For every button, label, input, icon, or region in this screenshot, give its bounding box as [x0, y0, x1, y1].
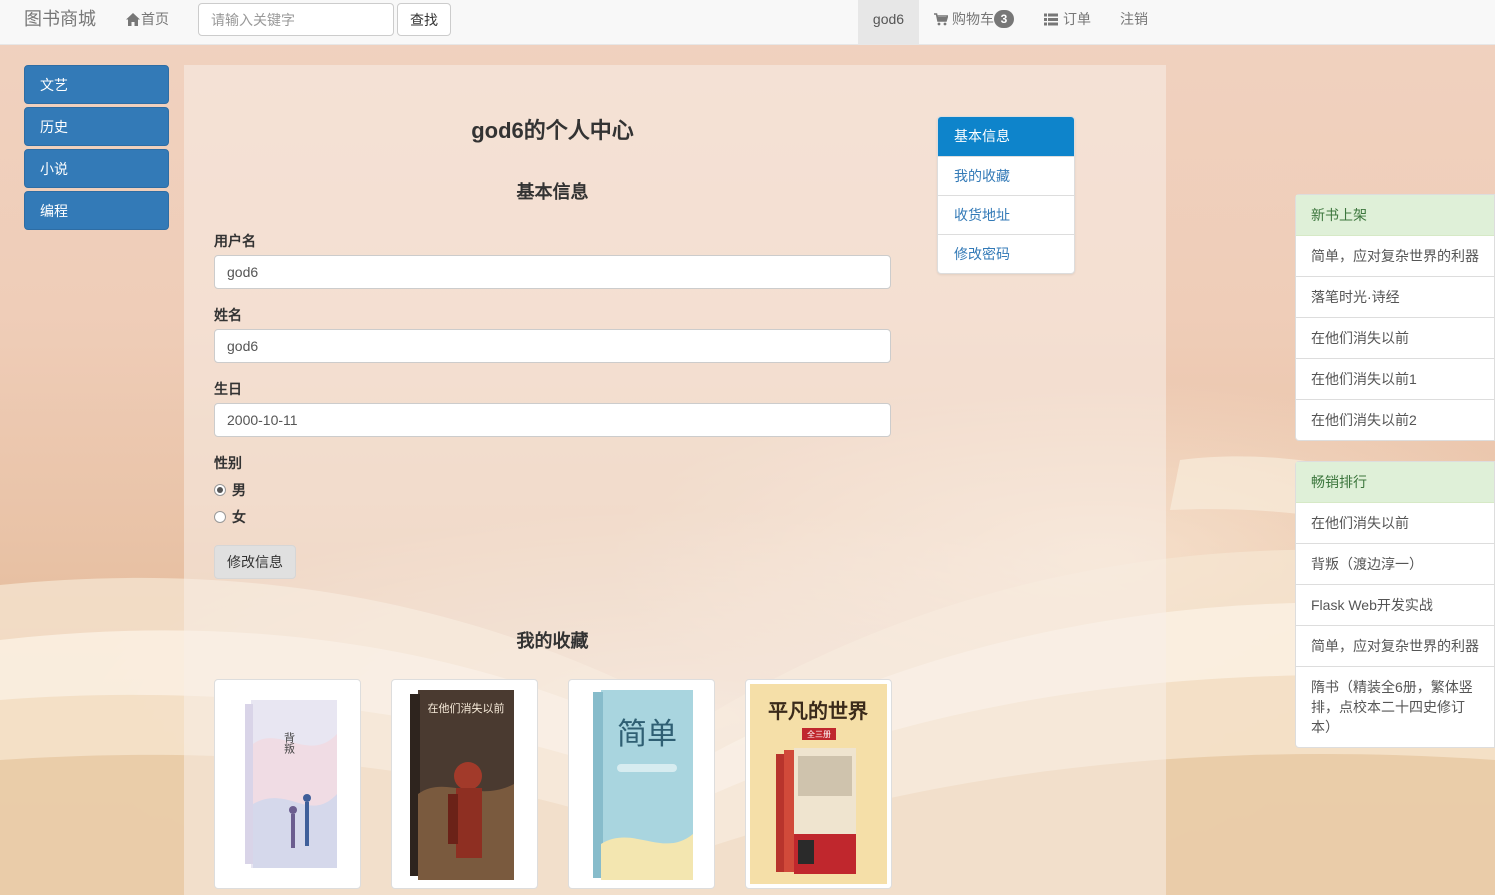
favorite-book-card[interactable]: 简单 — [568, 679, 715, 889]
gender-option-female[interactable]: 女 — [214, 507, 246, 527]
nav-cart-link[interactable]: 购物车 3 — [934, 0, 1014, 38]
search-input[interactable] — [198, 3, 394, 36]
favorite-book-card[interactable]: 平凡的世界 全三册 — [745, 679, 892, 889]
username-field[interactable] — [214, 255, 891, 289]
category-item-literature[interactable]: 文艺 — [24, 65, 169, 104]
book-cover-image: 在他们消失以前 — [396, 684, 533, 884]
favorite-book-card[interactable]: 背叛 — [214, 679, 361, 889]
book-cover-image: 背叛 — [219, 684, 356, 884]
new-book-item[interactable]: 简单，应对复杂世界的利器 — [1296, 236, 1494, 277]
page-title: god6的个人中心 — [471, 118, 634, 143]
book-cover-title: 背叛 — [283, 731, 296, 754]
profile-nav-address[interactable]: 收货地址 — [938, 195, 1074, 234]
favorites-heading: 我的收藏 — [516, 631, 589, 651]
new-book-item[interactable]: 在他们消失以前 — [1296, 318, 1494, 359]
book-cover-subtitle: 全三册 — [807, 729, 831, 739]
bestseller-item[interactable]: 简单，应对复杂世界的利器 — [1296, 626, 1494, 667]
bestseller-item[interactable]: 背叛（渡边淳一） — [1296, 544, 1494, 585]
gender-option-male[interactable]: 男 — [214, 480, 246, 500]
gender-female-radio[interactable] — [214, 511, 226, 523]
bestseller-item[interactable]: 在他们消失以前 — [1296, 503, 1494, 544]
bestsellers-panel: 畅销排行 在他们消失以前 背叛（渡边淳一） Flask Web开发实战 简单，应… — [1295, 461, 1495, 748]
gender-label: 性别 — [214, 455, 242, 471]
book-cover-title: 平凡的世界 — [768, 699, 868, 723]
category-menu: 文艺 历史 小说 编程 — [24, 65, 169, 233]
birthday-field[interactable] — [214, 403, 891, 437]
profile-nav-favorites[interactable]: 我的收藏 — [938, 156, 1074, 195]
category-item-history[interactable]: 历史 — [24, 107, 169, 146]
gender-male-label: 男 — [232, 482, 246, 498]
new-book-item[interactable]: 在他们消失以前2 — [1296, 400, 1494, 440]
cart-icon — [934, 13, 949, 26]
bestsellers-heading: 畅销排行 — [1296, 462, 1494, 503]
nav-home-link[interactable]: 首页 — [126, 0, 169, 38]
search-button[interactable]: 查找 — [397, 3, 451, 36]
nav-logout-link[interactable]: 注销 — [1120, 0, 1148, 38]
nav-home-label: 首页 — [141, 11, 169, 27]
top-navbar: 图书商城 首页 查找 god6 购物车3 订单 注销 — [0, 0, 1495, 45]
gender-female-label: 女 — [232, 509, 246, 525]
name-field[interactable] — [214, 329, 891, 363]
category-item-novel[interactable]: 小说 — [24, 149, 169, 188]
cart-count-badge: 3 — [994, 10, 1014, 28]
nav-user-link[interactable]: god6 — [858, 0, 919, 44]
profile-nav-password[interactable]: 修改密码 — [938, 234, 1074, 273]
username-label: 用户名 — [214, 233, 256, 249]
nav-orders-link[interactable]: 订单 — [1044, 0, 1091, 38]
home-icon — [126, 13, 140, 26]
profile-nav-basic-info[interactable]: 基本信息 — [938, 117, 1074, 156]
nav-orders-label: 订单 — [1063, 11, 1091, 27]
gender-male-radio[interactable] — [214, 484, 226, 496]
book-cover-image: 平凡的世界 全三册 — [750, 684, 887, 884]
profile-main-panel: god6的个人中心 基本信息 用户名 姓名 生日 性别 男 女 修改信息 我的收… — [184, 65, 1166, 895]
bestseller-item[interactable]: Flask Web开发实战 — [1296, 585, 1494, 626]
new-book-item[interactable]: 在他们消失以前1 — [1296, 359, 1494, 400]
birthday-label: 生日 — [214, 381, 242, 397]
new-books-heading: 新书上架 — [1296, 195, 1494, 236]
new-books-panel: 新书上架 简单，应对复杂世界的利器 落笔时光·诗经 在他们消失以前 在他们消失以… — [1295, 194, 1495, 441]
update-info-button[interactable]: 修改信息 — [214, 545, 296, 579]
list-icon — [1044, 13, 1058, 26]
name-label: 姓名 — [214, 307, 242, 323]
book-cover-title: 简单 — [617, 717, 677, 752]
book-cover-image: 简单 — [573, 684, 710, 884]
brand-logo[interactable]: 图书商城 — [24, 0, 96, 45]
profile-side-nav: 基本信息 我的收藏 收货地址 修改密码 — [937, 116, 1075, 274]
favorite-book-card[interactable]: 在他们消失以前 — [391, 679, 538, 889]
new-book-item[interactable]: 落笔时光·诗经 — [1296, 277, 1494, 318]
category-item-programming[interactable]: 编程 — [24, 191, 169, 230]
nav-cart-label: 购物车 — [952, 11, 994, 27]
basic-info-heading: 基本信息 — [516, 182, 589, 202]
bestseller-item[interactable]: 隋书（精装全6册，繁体竖排，点校本二十四史修订本） — [1296, 667, 1494, 747]
book-cover-title: 在他们消失以前 — [428, 701, 505, 715]
